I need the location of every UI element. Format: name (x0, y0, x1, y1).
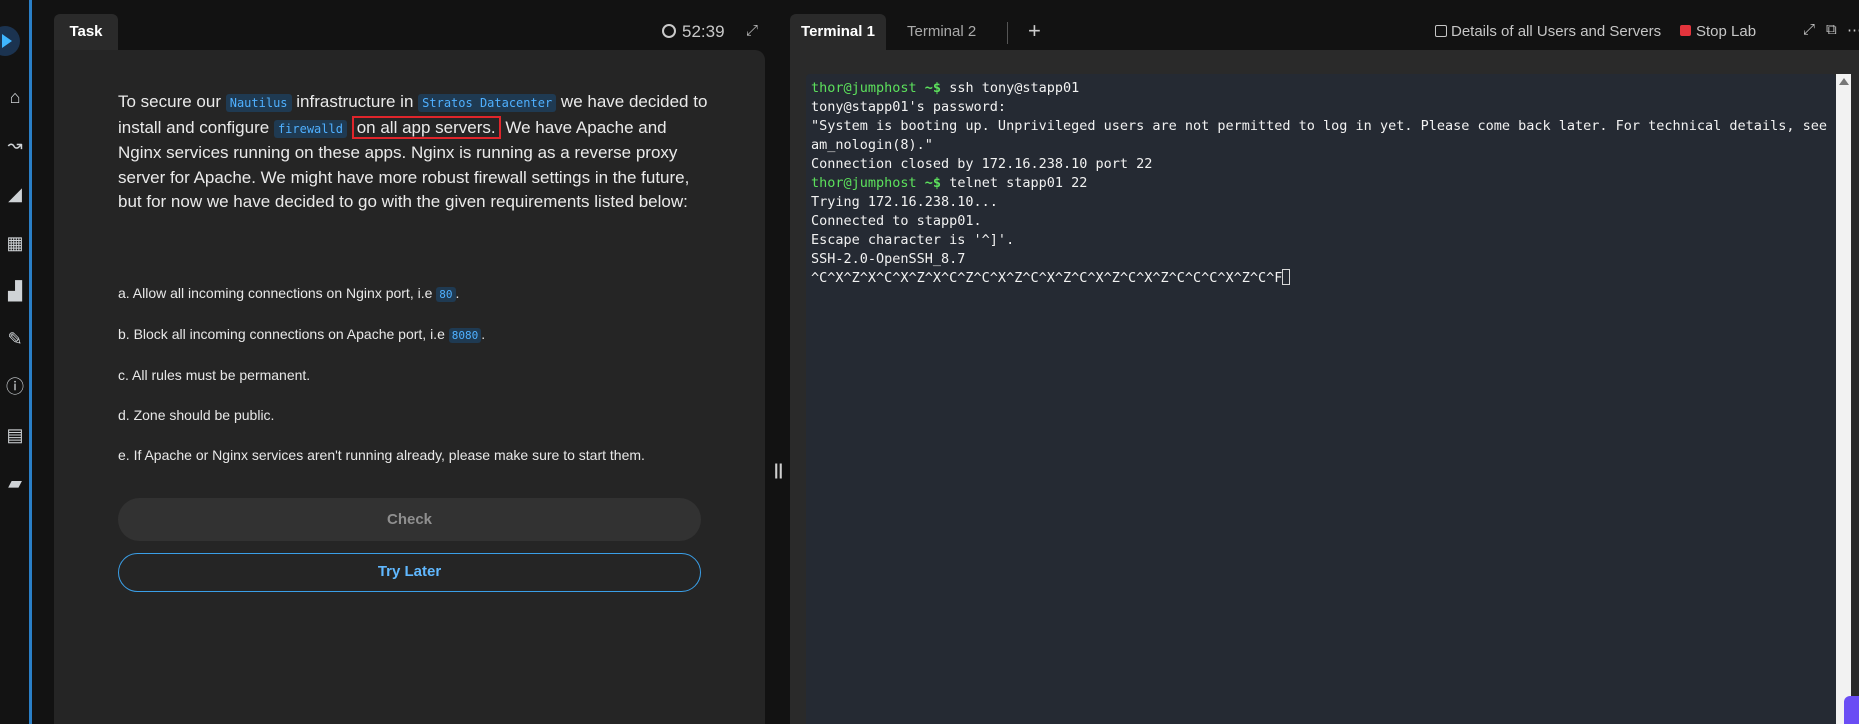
film-icon[interactable]: ▦ (4, 232, 26, 254)
app-logo-icon[interactable] (0, 26, 20, 56)
requirement-c: c. All rules must be permanent. (118, 367, 311, 383)
terminal-line: ^C^X^Z^X^C^X^Z^X^C^Z^C^X^Z^C^X^Z^C^X^Z^C… (806, 269, 1833, 288)
chart-icon[interactable]: ◢ (4, 183, 26, 205)
stop-lab-label: Stop Lab (1696, 23, 1757, 40)
panel-resize-handle[interactable]: || (774, 462, 783, 480)
terminal-line: Trying 172.16.238.10... (811, 194, 998, 210)
task-text-part: infrastructure in (291, 92, 419, 111)
leaderboard-icon[interactable]: ▟ (4, 280, 26, 302)
external-link-icon[interactable]: ⧉ (1826, 21, 1837, 38)
terminal-line: thor@jumphost ~$ ssh tony@stapp01 (806, 79, 1833, 98)
terminal-line: tony@stapp01's password: (811, 99, 1007, 115)
app-sidebar: ⌂ ↝ ◢ ▦ ▟ ✎ ⓘ ▤ ▰ (0, 0, 32, 724)
chat-icon[interactable]: ▰ (4, 472, 26, 494)
terminal-output[interactable]: thor@jumphost ~$ ssh tony@stapp01 tony@s… (806, 79, 1844, 288)
requirement-a: a. Allow all incoming connections on Ngi… (118, 285, 460, 302)
command-text: telnet stapp01 22 (941, 175, 1088, 191)
more-icon[interactable]: ⋯ (1847, 21, 1859, 39)
info-icon[interactable]: ⓘ (4, 376, 26, 398)
stopwatch-icon (662, 24, 676, 38)
route-icon[interactable]: ↝ (4, 134, 26, 156)
details-users-servers-button[interactable]: Details of all Users and Servers (1435, 23, 1661, 40)
requirement-a-text: a. Allow all incoming connections on Ngi… (118, 285, 437, 301)
terminal-cursor (1282, 269, 1291, 285)
timer: 52:39 (662, 22, 725, 42)
add-terminal-button[interactable]: + (1028, 18, 1041, 44)
scroll-up-icon[interactable] (1839, 78, 1849, 85)
terminal-tabbar: Terminal 1 Terminal 2 + Details of all U… (790, 14, 1859, 50)
requirement-b-text: b. Block all incoming connections on Apa… (118, 326, 449, 342)
requirement-a-end: . (455, 285, 460, 301)
book-icon[interactable]: ▤ (4, 424, 26, 446)
requirement-e: e. If Apache or Nginx services aren't ru… (118, 447, 645, 463)
prompt-path: ~$ (916, 80, 942, 96)
code-port-80: 80 (436, 287, 456, 302)
tab-terminal-1[interactable]: Terminal 1 (790, 14, 886, 50)
command-text: ssh tony@stapp01 (941, 80, 1080, 96)
terminal-line: "System is booting up. Unprivileged user… (811, 118, 1844, 134)
terminal-scrollbar[interactable] (1836, 74, 1851, 724)
terminal-line: Escape character is '^]'. (811, 232, 1015, 248)
requirement-b-end: . (481, 326, 486, 342)
terminal-line: Connected to stapp01. (811, 213, 982, 229)
requirement-b: b. Block all incoming connections on Apa… (118, 326, 486, 343)
home-icon[interactable]: ⌂ (4, 86, 26, 108)
code-nautilus: Nautilus (225, 94, 292, 112)
details-label: Details of all Users and Servers (1451, 23, 1662, 40)
terminal-input-text: ^C^X^Z^X^C^X^Z^X^C^Z^C^X^Z^C^X^Z^C^X^Z^C… (811, 270, 1283, 286)
terminal-line: SSH-2.0-OpenSSH_8.7 (811, 251, 966, 267)
highlighted-text: on all app servers. (351, 115, 501, 139)
terminal-line: Connection closed by 172.16.238.10 port … (811, 156, 1153, 172)
help-widget[interactable] (1844, 696, 1859, 724)
terminal-line: thor@jumphost ~$ telnet stapp01 22 (806, 174, 1833, 193)
prompt-user: thor@jumphost (811, 175, 917, 191)
expand-icon[interactable]: ⤢ (746, 22, 758, 39)
tab-terminal-2[interactable]: Terminal 2 (907, 23, 976, 40)
prompt-user: thor@jumphost (811, 80, 917, 96)
stop-icon (1680, 25, 1691, 36)
code-datacenter: Stratos Datacenter (418, 94, 557, 112)
server-icon (1435, 25, 1447, 37)
try-later-button[interactable]: Try Later (118, 553, 701, 592)
stop-lab-button[interactable]: Stop Lab (1680, 23, 1756, 40)
tab-divider (1007, 22, 1008, 44)
check-button[interactable]: Check (118, 498, 701, 541)
notes-icon[interactable]: ✎ (4, 328, 26, 350)
code-firewalld: firewalld (273, 119, 347, 138)
task-text-part: To secure our (118, 92, 226, 111)
terminal-line: am_nologin(8)." (811, 137, 933, 153)
tab-task[interactable]: Task (54, 14, 118, 50)
task-description: To secure our Nautilus infrastructure in… (118, 90, 708, 215)
timer-value: 52:39 (682, 22, 725, 41)
requirement-d: d. Zone should be public. (118, 407, 275, 423)
code-port-8080: 8080 (448, 328, 482, 343)
fullscreen-icon[interactable]: ⤢ (1803, 21, 1815, 38)
prompt-path: ~$ (916, 175, 942, 191)
